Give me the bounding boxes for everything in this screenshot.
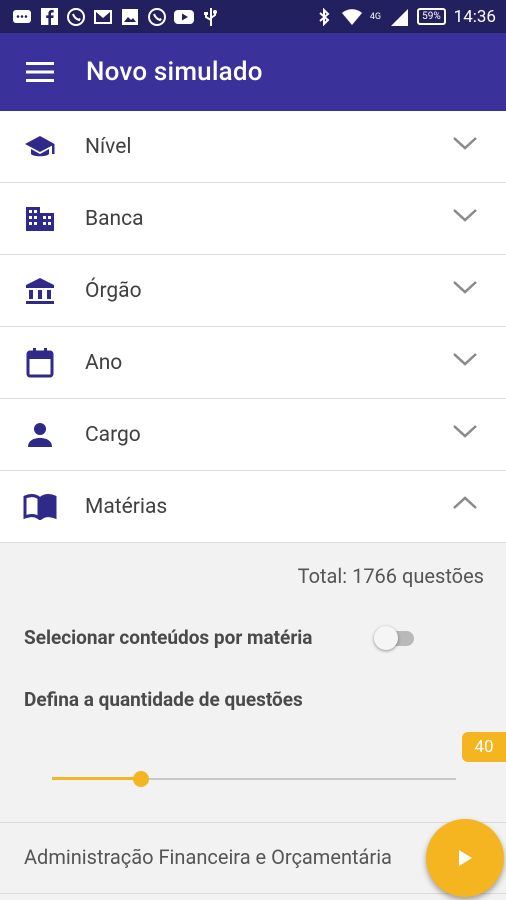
chevron-down-icon (453, 425, 477, 438)
start-simulado-button[interactable] (426, 819, 504, 897)
graduation-cap-icon (25, 135, 55, 156)
quantity-value-badge: 40 (462, 732, 506, 762)
status-bar: 4G 59% 14:36 (0, 0, 506, 33)
subject-label: Administração Financeira e Orçamentária (24, 845, 392, 869)
menu-button[interactable] (0, 33, 80, 111)
filter-label: Banca (85, 206, 144, 231)
filter-label: Nível (85, 134, 132, 159)
filter-row-orgao[interactable]: Órgão (0, 255, 506, 327)
total-questions: Total: 1766 questões (297, 564, 484, 588)
chevron-down-icon (453, 209, 477, 222)
book-icon (23, 493, 57, 520)
building-icon (26, 206, 54, 231)
filter-row-cargo[interactable]: Cargo (0, 399, 506, 471)
message-icon (13, 9, 31, 23)
network-type: 4G (369, 11, 382, 22)
institution-icon (26, 277, 54, 304)
filter-label: Ano (85, 350, 123, 375)
filter-list: Nível Banca Órgão Ano Cargo Matérias (0, 111, 506, 543)
chevron-down-icon (453, 137, 477, 150)
filter-label: Órgão (85, 278, 142, 303)
youtube-icon (174, 9, 194, 24)
filter-row-ano[interactable]: Ano (0, 327, 506, 399)
filter-label: Matérias (85, 494, 168, 519)
battery-indicator: 59% (417, 8, 446, 25)
filter-row-nivel[interactable]: Nível (0, 111, 506, 183)
gallery-icon (122, 8, 138, 25)
hamburger-menu-icon (26, 62, 54, 82)
toggle-thumb (374, 626, 398, 650)
play-icon (459, 850, 472, 866)
person-icon (28, 422, 52, 447)
chevron-down-icon (453, 353, 477, 366)
filter-row-materias[interactable]: Matérias (0, 471, 506, 543)
slider-fill (52, 777, 141, 780)
gmail-icon (94, 9, 112, 24)
wifi-icon (341, 8, 362, 25)
quantity-label: Defina a quantidade de questões (24, 688, 303, 711)
facebook-icon (41, 7, 58, 25)
chevron-up-icon (453, 496, 477, 509)
clock: 14:36 (453, 6, 496, 27)
app-bar: Novo simulado (0, 33, 506, 111)
whatsapp-icon (148, 7, 166, 26)
signal-icon (391, 8, 409, 26)
filter-row-banca[interactable]: Banca (0, 183, 506, 255)
select-by-subject-label: Selecionar conteúdos por matéria (24, 626, 313, 649)
whatsapp-icon (67, 7, 85, 26)
page-title: Novo simulado (86, 57, 263, 87)
select-by-subject-toggle[interactable] (374, 626, 416, 650)
slider-knob[interactable] (132, 771, 149, 787)
chevron-down-icon (453, 281, 477, 294)
calendar-icon (26, 347, 54, 377)
usb-icon (204, 7, 217, 26)
battery-level: 59% (422, 11, 441, 22)
quantity-slider[interactable] (52, 770, 456, 788)
filter-label: Cargo (85, 422, 141, 447)
bluetooth-icon (319, 7, 330, 26)
